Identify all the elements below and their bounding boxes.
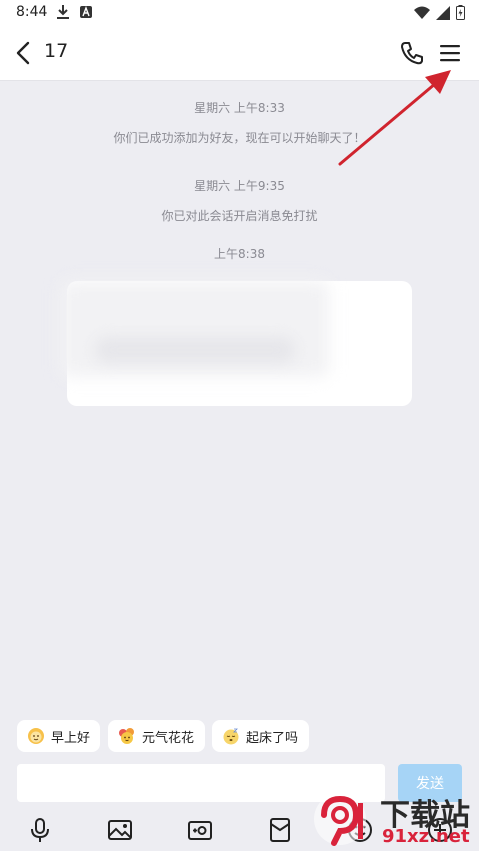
red-packet-icon[interactable]: [266, 816, 294, 844]
composer: 发送: [0, 758, 479, 808]
microphone-icon[interactable]: [26, 816, 54, 844]
emoji-icon[interactable]: [346, 816, 374, 844]
camera-icon[interactable]: [186, 816, 214, 844]
quick-reply-chip[interactable]: 起床了吗: [212, 720, 309, 752]
quick-reply-chip[interactable]: 早上好: [17, 720, 100, 752]
quick-reply-chip[interactable]: 元气花花: [108, 720, 205, 752]
message-input[interactable]: [17, 764, 385, 802]
sleepy-face-emoji-icon: [223, 728, 239, 745]
quick-reply-label: 起床了吗: [246, 730, 299, 746]
quick-reply-label: 元气花花: [142, 730, 195, 746]
plus-icon[interactable]: [426, 816, 454, 844]
input-toolbar: [0, 808, 479, 851]
image-icon[interactable]: [106, 816, 134, 844]
flower-emoji-icon: [119, 728, 134, 744]
quick-reply-label: 早上好: [51, 730, 91, 746]
quick-replies: 早上好 元气花花 起床了吗: [0, 716, 479, 758]
sun-face-emoji-icon: [28, 728, 44, 744]
send-button[interactable]: 发送: [398, 764, 462, 802]
